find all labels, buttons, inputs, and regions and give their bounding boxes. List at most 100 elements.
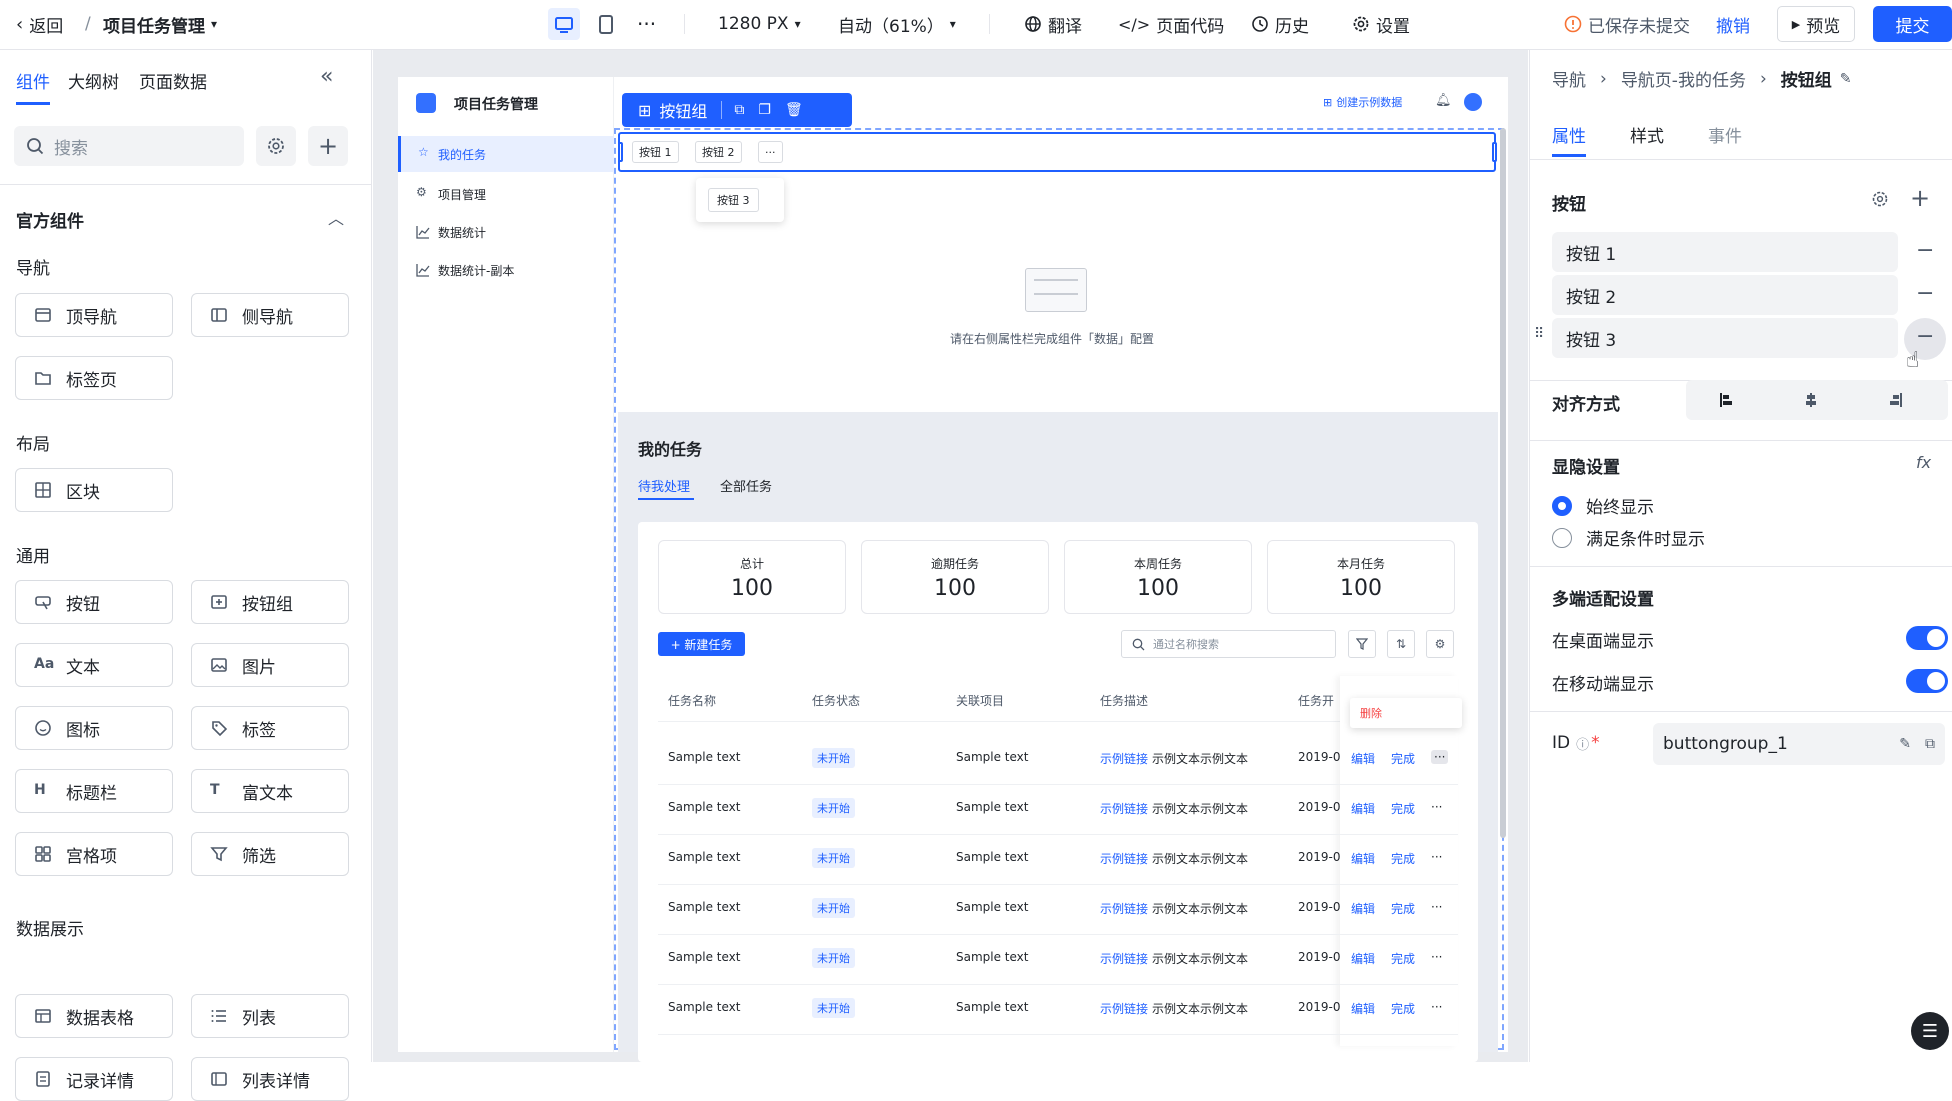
more-actions-icon[interactable]: ··· bbox=[1431, 850, 1442, 864]
component-button[interactable]: 按钮 bbox=[15, 580, 173, 624]
app-title-dropdown[interactable]: 项目任务管理 ▾ bbox=[103, 0, 217, 48]
radio-conditional-show[interactable]: 满足条件时显示 bbox=[1552, 525, 1705, 550]
component-rich-text[interactable]: T 富文本 bbox=[191, 769, 349, 813]
complete-action[interactable]: 完成 bbox=[1391, 850, 1415, 867]
component-title-bar[interactable]: H 标题栏 bbox=[15, 769, 173, 813]
more-actions-icon[interactable]: ··· bbox=[1431, 1000, 1442, 1014]
button-item-3[interactable]: 按钮 3 bbox=[1552, 318, 1898, 358]
component-list-detail[interactable]: 列表详情 bbox=[191, 1057, 349, 1101]
menu-item-my-tasks[interactable]: ☆ 我的任务 bbox=[398, 136, 614, 172]
component-settings-button[interactable] bbox=[256, 126, 296, 166]
remove-icon[interactable]: − bbox=[1916, 281, 1934, 306]
cell-link[interactable]: 示例链接 bbox=[1100, 750, 1148, 767]
bell-icon[interactable]: 🔔︎ bbox=[1435, 93, 1452, 108]
radio-always-show[interactable]: 始终显示 bbox=[1552, 493, 1654, 518]
search-input[interactable]: 搜索 bbox=[14, 126, 244, 166]
edit-icon[interactable]: ✎ bbox=[1840, 71, 1852, 87]
tab-events[interactable]: 事件 bbox=[1708, 122, 1742, 147]
menu-item-stats[interactable]: 数据统计 bbox=[398, 214, 614, 250]
duplicate-icon[interactable]: ❐ bbox=[758, 102, 771, 118]
menu-item-stats-copy[interactable]: 数据统计-副本 bbox=[398, 252, 614, 288]
canvas-scrollbar[interactable] bbox=[1500, 128, 1506, 838]
edit-action[interactable]: 编辑 bbox=[1351, 900, 1375, 917]
cell-link[interactable]: 示例链接 bbox=[1100, 800, 1148, 817]
component-filter[interactable]: 筛选 bbox=[191, 832, 349, 876]
new-task-button[interactable]: + 新建任务 bbox=[658, 632, 745, 656]
cell-link[interactable]: 示例链接 bbox=[1100, 950, 1148, 967]
complete-action[interactable]: 完成 bbox=[1391, 1000, 1415, 1017]
edit-action[interactable]: 编辑 bbox=[1351, 850, 1375, 867]
tab-style[interactable]: 样式 bbox=[1630, 122, 1664, 147]
complete-action[interactable]: 完成 bbox=[1391, 950, 1415, 967]
settings-button[interactable]: 设置 bbox=[1352, 0, 1410, 48]
task-search-input[interactable]: 通过名称搜索 bbox=[1121, 630, 1336, 658]
align-left-icon[interactable] bbox=[1719, 392, 1735, 408]
component-text[interactable]: Aa 文本 bbox=[15, 643, 173, 687]
edit-action[interactable]: 编辑 bbox=[1351, 950, 1375, 967]
mobile-view-button[interactable] bbox=[594, 8, 618, 40]
remove-icon[interactable]: − bbox=[1916, 324, 1934, 349]
more-actions-icon[interactable]: ··· bbox=[1431, 750, 1449, 764]
submit-button[interactable]: 提交 bbox=[1873, 6, 1952, 42]
delete-menu-item[interactable]: 删除 bbox=[1350, 698, 1462, 728]
collapse-panel-icon[interactable]: « bbox=[320, 64, 333, 89]
create-sample-data-link[interactable]: ⊞ 创建示例数据 bbox=[1323, 94, 1402, 110]
drag-handle-icon[interactable]: ⠿ bbox=[1534, 326, 1544, 342]
component-grid-item[interactable]: 宫格项 bbox=[15, 832, 173, 876]
mobile-show-toggle[interactable] bbox=[1906, 669, 1948, 693]
button-item-2[interactable]: 按钮 2 bbox=[1552, 275, 1898, 315]
edit-action[interactable]: 编辑 bbox=[1351, 1000, 1375, 1017]
avatar[interactable] bbox=[1464, 93, 1482, 111]
button-group-selected[interactable]: 按钮 1 按钮 2 ··· bbox=[618, 132, 1497, 172]
edit-icon[interactable]: ✎ bbox=[1899, 736, 1911, 752]
edit-action[interactable]: 编辑 bbox=[1351, 750, 1375, 767]
component-button-group[interactable]: 按钮组 bbox=[191, 580, 349, 624]
component-icon[interactable]: 图标 bbox=[15, 706, 173, 750]
more-actions-icon[interactable]: ··· bbox=[1431, 900, 1442, 914]
id-input[interactable]: buttongroup_1 ✎ ⧉ bbox=[1653, 723, 1945, 765]
undo-button[interactable]: 撤销 bbox=[1716, 0, 1750, 48]
edit-action[interactable]: 编辑 bbox=[1351, 800, 1375, 817]
component-side-nav[interactable]: 侧导航 bbox=[191, 293, 349, 337]
more-icon[interactable]: ··· bbox=[637, 0, 656, 48]
tab-components[interactable]: 组件 bbox=[16, 68, 50, 93]
more-actions-icon[interactable]: ··· bbox=[1431, 800, 1442, 814]
gear-icon[interactable] bbox=[1871, 190, 1889, 208]
chevron-up-icon[interactable]: ︿ bbox=[328, 205, 344, 229]
tab-outline[interactable]: 大纲树 bbox=[68, 68, 119, 93]
add-component-button[interactable]: + bbox=[308, 126, 348, 166]
tab-page-data[interactable]: 页面数据 bbox=[139, 68, 207, 93]
cell-link[interactable]: 示例链接 bbox=[1100, 900, 1148, 917]
tab-pending[interactable]: 待我处理 bbox=[638, 476, 690, 495]
cell-link[interactable]: 示例链接 bbox=[1100, 850, 1148, 867]
more-actions-icon[interactable]: ··· bbox=[1431, 950, 1442, 964]
table-settings-icon[interactable]: ⚙ bbox=[1426, 630, 1454, 658]
back-button[interactable]: ‹ 返回 bbox=[16, 0, 63, 48]
page-code-button[interactable]: </> 页面代码 bbox=[1118, 0, 1224, 48]
copy-icon[interactable]: ⧉ bbox=[734, 102, 744, 118]
cell-link[interactable]: 示例链接 bbox=[1100, 1000, 1148, 1017]
menu-item-projects[interactable]: ⚙ 项目管理 bbox=[398, 176, 614, 212]
component-tabs[interactable]: 标签页 bbox=[15, 356, 173, 400]
formula-icon[interactable]: fx bbox=[1916, 453, 1931, 472]
component-tag[interactable]: 标签 bbox=[191, 706, 349, 750]
resize-handle-left[interactable] bbox=[618, 142, 623, 162]
preview-button[interactable]: ▶ 预览 bbox=[1777, 6, 1855, 42]
trash-icon[interactable]: 🗑︎ bbox=[785, 102, 803, 118]
breadcrumb-item[interactable]: 导航页-我的任务 bbox=[1621, 66, 1746, 91]
complete-action[interactable]: 完成 bbox=[1391, 900, 1415, 917]
remove-icon[interactable]: − bbox=[1916, 238, 1934, 263]
complete-action[interactable]: 完成 bbox=[1391, 750, 1415, 767]
app-button-1[interactable]: 按钮 1 bbox=[632, 141, 679, 163]
align-right-icon[interactable] bbox=[1887, 392, 1903, 408]
component-block[interactable]: 区块 bbox=[15, 468, 173, 512]
component-list[interactable]: 列表 bbox=[191, 994, 349, 1038]
complete-action[interactable]: 完成 bbox=[1391, 800, 1415, 817]
breadcrumb-item[interactable]: 导航 bbox=[1552, 66, 1586, 91]
tab-properties[interactable]: 属性 bbox=[1552, 122, 1586, 147]
component-record-detail[interactable]: 记录详情 bbox=[15, 1057, 173, 1101]
zoom-selector[interactable]: 自动（61%） ▾ bbox=[838, 0, 956, 48]
resize-handle-right[interactable] bbox=[1492, 142, 1497, 162]
add-button-icon[interactable]: + bbox=[1910, 184, 1930, 212]
desktop-view-button[interactable] bbox=[548, 8, 580, 40]
